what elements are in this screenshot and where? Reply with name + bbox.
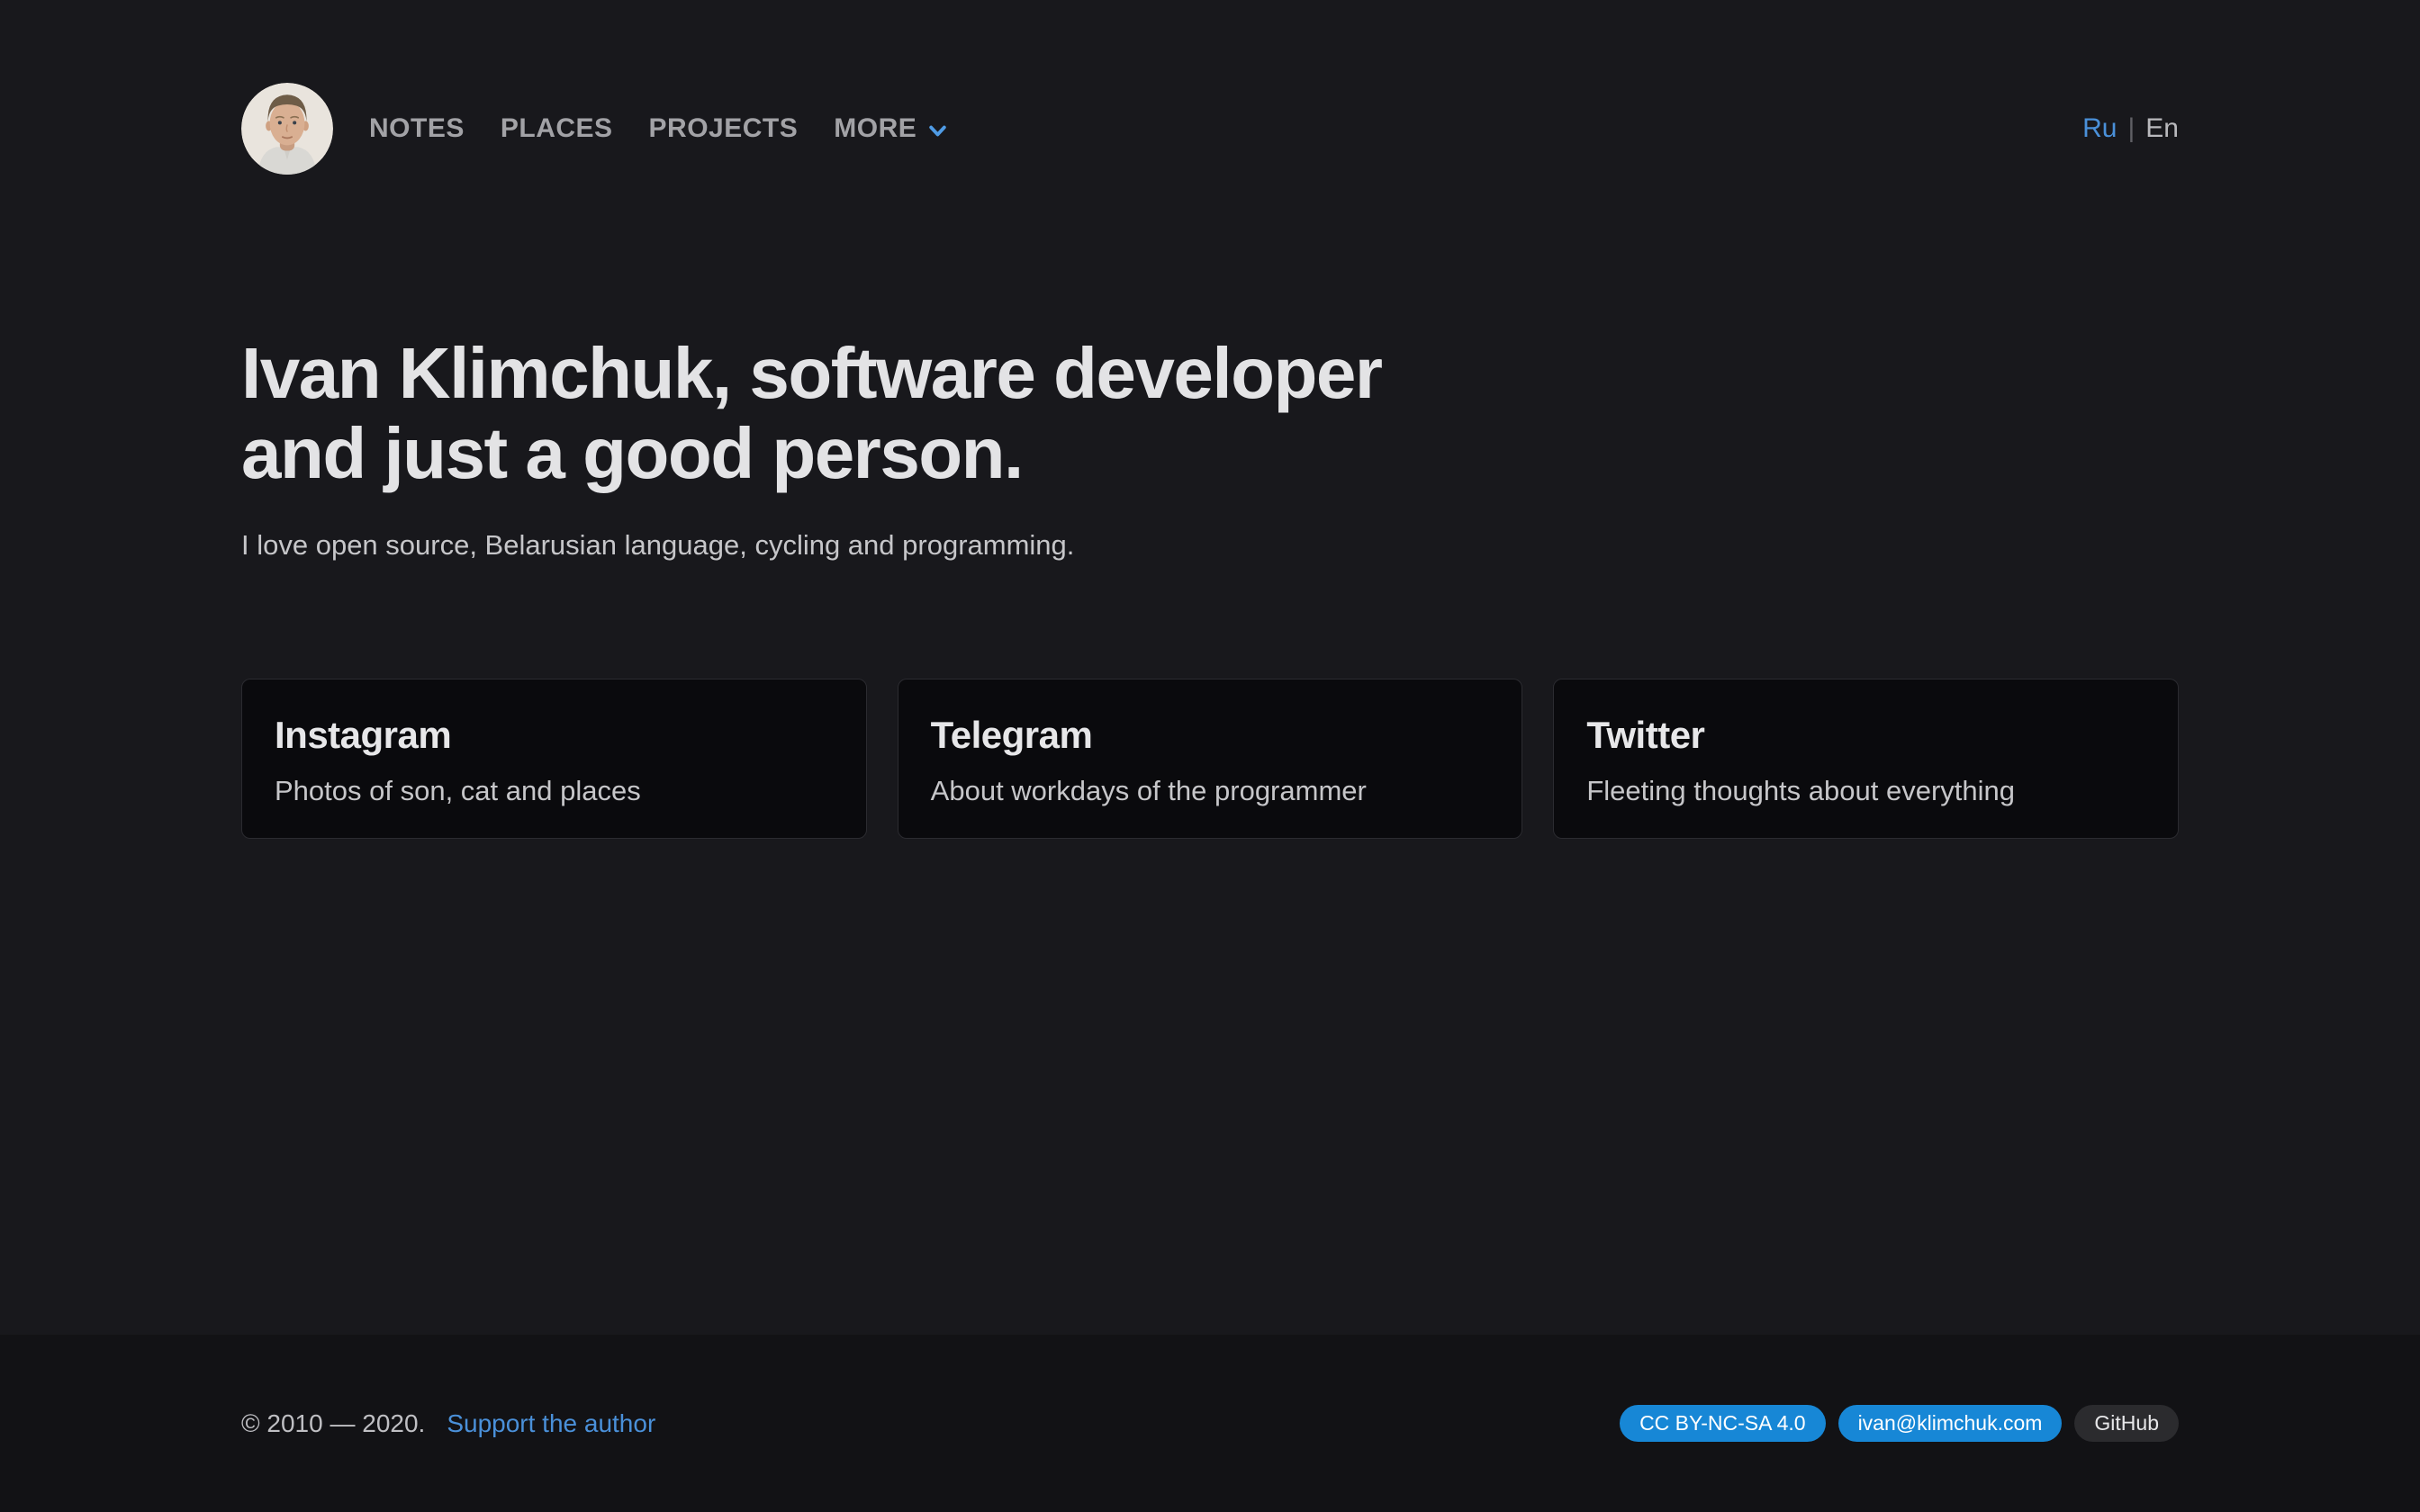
nav-item-projects[interactable]: PROJECTS bbox=[649, 113, 799, 144]
support-author-link[interactable]: Support the author bbox=[447, 1409, 655, 1438]
hero-subtitle: I love open source, Belarusian language,… bbox=[241, 527, 2179, 563]
social-cards: Instagram Photos of son, cat and places … bbox=[241, 679, 2179, 839]
github-badge[interactable]: GitHub bbox=[2074, 1405, 2179, 1442]
card-instagram[interactable]: Instagram Photos of son, cat and places bbox=[241, 679, 867, 839]
page-title: Ivan Klimchuk, software developer and ju… bbox=[241, 333, 2179, 493]
nav-item-more[interactable]: MORE bbox=[834, 113, 950, 144]
nav-label: MORE bbox=[834, 113, 917, 144]
nav-item-notes[interactable]: NOTES bbox=[369, 113, 465, 144]
language-switcher: Ru | En bbox=[2082, 113, 2179, 144]
nav-label: NOTES bbox=[369, 113, 465, 144]
nav-label: PLACES bbox=[501, 113, 613, 144]
card-title: Twitter bbox=[1586, 714, 2145, 757]
lang-ru-link[interactable]: Ru bbox=[2082, 113, 2117, 144]
email-badge[interactable]: ivan@klimchuk.com bbox=[1838, 1405, 2063, 1442]
site-footer: © 2010 — 2020. Support the author CC BY-… bbox=[0, 1335, 2420, 1512]
card-description: About workdays of the programmer bbox=[931, 775, 1490, 807]
portrait-photo-icon bbox=[241, 83, 333, 175]
card-description: Fleeting thoughts about everything bbox=[1586, 775, 2145, 807]
lang-en-current[interactable]: En bbox=[2145, 113, 2179, 144]
nav-item-places[interactable]: PLACES bbox=[501, 113, 613, 144]
main-content: Ivan Klimchuk, software developer and ju… bbox=[0, 175, 2420, 1335]
hero-section: Ivan Klimchuk, software developer and ju… bbox=[241, 333, 2179, 563]
main-nav: NOTES PLACES PROJECTS MORE bbox=[369, 113, 950, 144]
card-telegram[interactable]: Telegram About workdays of the programme… bbox=[898, 679, 1523, 839]
footer-badges: CC BY-NC-SA 4.0 ivan@klimchuk.com GitHub bbox=[1620, 1405, 2179, 1442]
site-header: NOTES PLACES PROJECTS MORE Ru | En bbox=[0, 0, 2420, 175]
card-twitter[interactable]: Twitter Fleeting thoughts about everythi… bbox=[1553, 679, 2179, 839]
avatar[interactable] bbox=[241, 83, 333, 175]
page-title-line-1: Ivan Klimchuk, software developer bbox=[241, 333, 2179, 413]
card-title: Instagram bbox=[275, 714, 834, 757]
card-title: Telegram bbox=[931, 714, 1490, 757]
lang-divider: | bbox=[2128, 113, 2136, 144]
chevron-down-icon bbox=[926, 119, 950, 143]
copyright-text: © 2010 — 2020. bbox=[241, 1409, 425, 1438]
nav-label: PROJECTS bbox=[649, 113, 799, 144]
card-description: Photos of son, cat and places bbox=[275, 775, 834, 807]
license-badge[interactable]: CC BY-NC-SA 4.0 bbox=[1620, 1405, 1826, 1442]
page-title-line-2: and just a good person. bbox=[241, 413, 2179, 493]
